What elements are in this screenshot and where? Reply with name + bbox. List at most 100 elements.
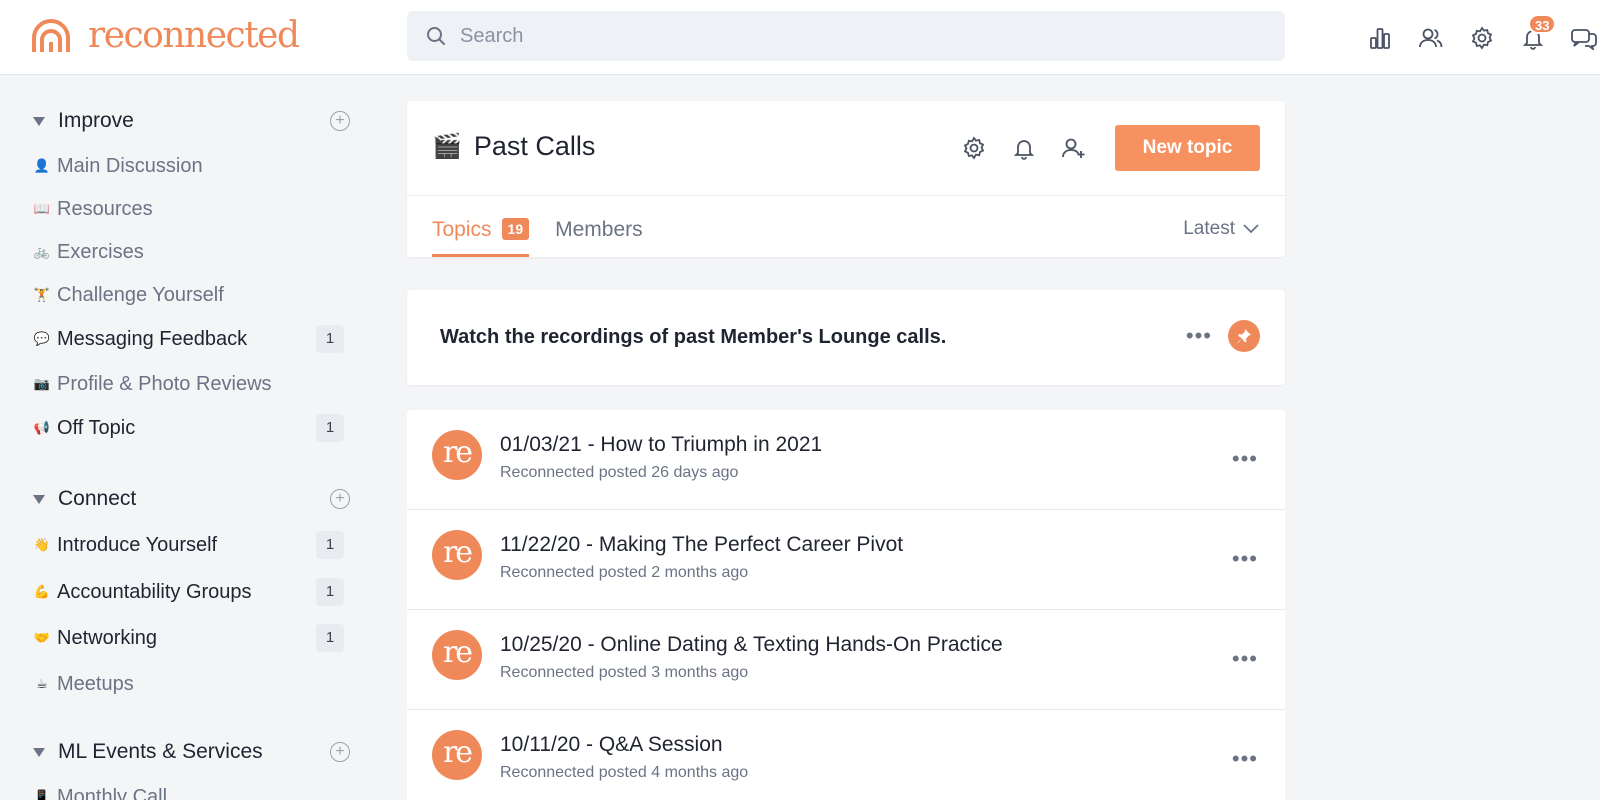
tab-label: Members	[555, 218, 643, 241]
topic-row[interactable]: re 01/03/21 - How to Triumph in 2021 Rec…	[407, 410, 1285, 510]
pin-icon[interactable]	[1228, 320, 1260, 352]
sidebar-item-main-discussion[interactable]: 👤 Main Discussion	[30, 149, 344, 183]
sidebar-item-meetups[interactable]: ☕ Meetups	[30, 667, 344, 701]
sidebar-item-off-topic[interactable]: 📢 Off Topic 1	[30, 411, 344, 445]
top-header: reconnected 33	[0, 0, 1600, 75]
add-plus-icon[interactable]: +	[330, 489, 350, 509]
unread-count-badge: 1	[316, 414, 344, 442]
camera-icon: 📷	[33, 376, 51, 391]
sidebar-item-label: Main Discussion	[57, 154, 203, 177]
settings-icon[interactable]	[1467, 22, 1497, 54]
sidebar-item-label: Resources	[57, 197, 153, 220]
sidebar-item-label: Challenge Yourself	[57, 283, 224, 306]
sidebar-section-improve[interactable]: Improve +	[30, 106, 350, 136]
topic-meta: Reconnected posted 3 months ago	[500, 664, 749, 681]
gear-icon[interactable]	[959, 133, 989, 163]
topic-row[interactable]: re 10/11/20 - Q&A Session Reconnected po…	[407, 710, 1285, 800]
person-icon: 👤	[33, 158, 51, 173]
tab-members[interactable]: Members	[555, 215, 643, 257]
analytics-icon[interactable]	[1365, 22, 1395, 54]
new-topic-button[interactable]: New topic	[1115, 125, 1260, 171]
page-title: Past Calls	[473, 131, 596, 161]
topics-count-badge: 19	[501, 218, 530, 240]
unread-count-badge: 1	[316, 325, 344, 353]
sidebar-item-label: Networking	[57, 626, 158, 649]
sort-dropdown[interactable]: Latest	[1183, 218, 1259, 240]
notification-badge: 33	[1528, 14, 1557, 34]
topic-title[interactable]: 10/11/20 - Q&A Session	[500, 733, 723, 757]
description-actions: •••	[1186, 320, 1260, 352]
avatar[interactable]: re	[432, 730, 482, 780]
waving-hand-icon: 👋	[33, 537, 51, 552]
caret-down-icon[interactable]	[33, 116, 45, 126]
category-tabs: Topics 19 Members	[432, 215, 669, 257]
unread-count-badge: 1	[316, 531, 344, 559]
sidebar-item-accountability-groups[interactable]: 💪 Accountability Groups 1	[30, 575, 344, 609]
sidebar-item-monthly-call[interactable]: 📱 Monthly Call	[30, 780, 344, 800]
more-options-icon[interactable]: •••	[1232, 748, 1258, 770]
more-options-icon[interactable]: •••	[1232, 548, 1258, 570]
sidebar-item-label: Introduce Yourself	[57, 533, 218, 556]
weightlifter-icon: 🏋	[33, 287, 51, 302]
megaphone-icon: 📢	[33, 420, 51, 435]
add-plus-icon[interactable]: +	[330, 111, 350, 131]
sidebar-item-networking[interactable]: 🤝 Networking 1	[30, 621, 344, 655]
sidebar-item-introduce-yourself[interactable]: 👋 Introduce Yourself 1	[30, 528, 344, 562]
add-plus-icon[interactable]: +	[330, 742, 350, 762]
notification-bell-icon[interactable]	[1009, 133, 1039, 163]
chat-icon[interactable]	[1569, 22, 1599, 54]
caret-down-icon[interactable]	[33, 494, 45, 504]
sidebar-item-label: Profile & Photo Reviews	[57, 372, 272, 395]
unread-count-badge: 1	[316, 578, 344, 606]
logo-mark-icon	[32, 19, 70, 52]
caret-down-icon[interactable]	[33, 747, 45, 757]
topic-title[interactable]: 10/25/20 - Online Dating & Texting Hands…	[500, 633, 1003, 657]
topic-meta: Reconnected posted 2 months ago	[500, 564, 749, 581]
sidebar-item-resources[interactable]: 📖 Resources	[30, 192, 344, 226]
speech-bubble-icon: 💬	[33, 331, 51, 346]
category-title-row: 🎬 Past Calls	[432, 131, 595, 162]
bell-icon[interactable]: 33	[1518, 14, 1557, 54]
more-options-icon[interactable]: •••	[1232, 448, 1258, 470]
more-options-icon[interactable]: •••	[1186, 325, 1212, 347]
tab-topics[interactable]: Topics 19	[432, 215, 530, 257]
sidebar-section-ml-events[interactable]: ML Events & Services +	[30, 737, 350, 767]
sidebar-section-connect[interactable]: Connect +	[30, 484, 350, 514]
topic-title[interactable]: 11/22/20 - Making The Perfect Career Piv…	[500, 533, 903, 557]
topic-title[interactable]: 01/03/21 - How to Triumph in 2021	[500, 433, 822, 457]
sidebar-item-exercises[interactable]: 🚲 Exercises	[30, 235, 344, 269]
topic-list: re 01/03/21 - How to Triumph in 2021 Rec…	[407, 410, 1285, 800]
sidebar-item-profile-photo-reviews[interactable]: 📷 Profile & Photo Reviews	[30, 367, 344, 401]
sidebar-item-challenge-yourself[interactable]: 🏋 Challenge Yourself	[30, 278, 344, 312]
category-description: Watch the recordings of past Member's Lo…	[407, 290, 1285, 385]
phone-icon: 📱	[33, 789, 51, 800]
sidebar-item-label: Messaging Feedback	[57, 327, 248, 350]
handshake-icon: 🤝	[33, 630, 51, 645]
sidebar-item-label: Exercises	[57, 240, 144, 263]
search-box[interactable]	[407, 11, 1285, 61]
sidebar-section-title: ML Events & Services	[58, 740, 263, 763]
topic-row[interactable]: re 10/25/20 - Online Dating & Texting Ha…	[407, 610, 1285, 710]
avatar[interactable]: re	[432, 430, 482, 480]
sidebar-section-title: Connect	[58, 487, 137, 510]
header-actions: 33	[1340, 14, 1600, 54]
users-icon[interactable]	[1416, 22, 1446, 54]
category-header: 🎬 Past Calls New topic Topics 19 Members…	[407, 101, 1285, 257]
avatar[interactable]: re	[432, 630, 482, 680]
clapper-board-icon: 🎬	[432, 133, 462, 160]
sidebar-item-label: Off Topic	[57, 416, 136, 439]
chevron-down-icon	[1243, 224, 1259, 234]
sidebar-item-label: Meetups	[57, 672, 134, 695]
book-icon: 📖	[33, 201, 51, 216]
category-actions: New topic	[939, 125, 1260, 171]
more-options-icon[interactable]: •••	[1232, 648, 1258, 670]
unread-count-badge: 1	[316, 624, 344, 652]
search-input[interactable]	[460, 24, 1240, 48]
avatar[interactable]: re	[432, 530, 482, 580]
add-user-icon[interactable]	[1059, 133, 1089, 163]
brand-logo[interactable]: reconnected	[30, 14, 300, 56]
sidebar-item-messaging-feedback[interactable]: 💬 Messaging Feedback 1	[30, 322, 344, 356]
divider	[407, 195, 1285, 196]
coffee-icon: ☕	[36, 676, 48, 691]
topic-row[interactable]: re 11/22/20 - Making The Perfect Career …	[407, 510, 1285, 610]
